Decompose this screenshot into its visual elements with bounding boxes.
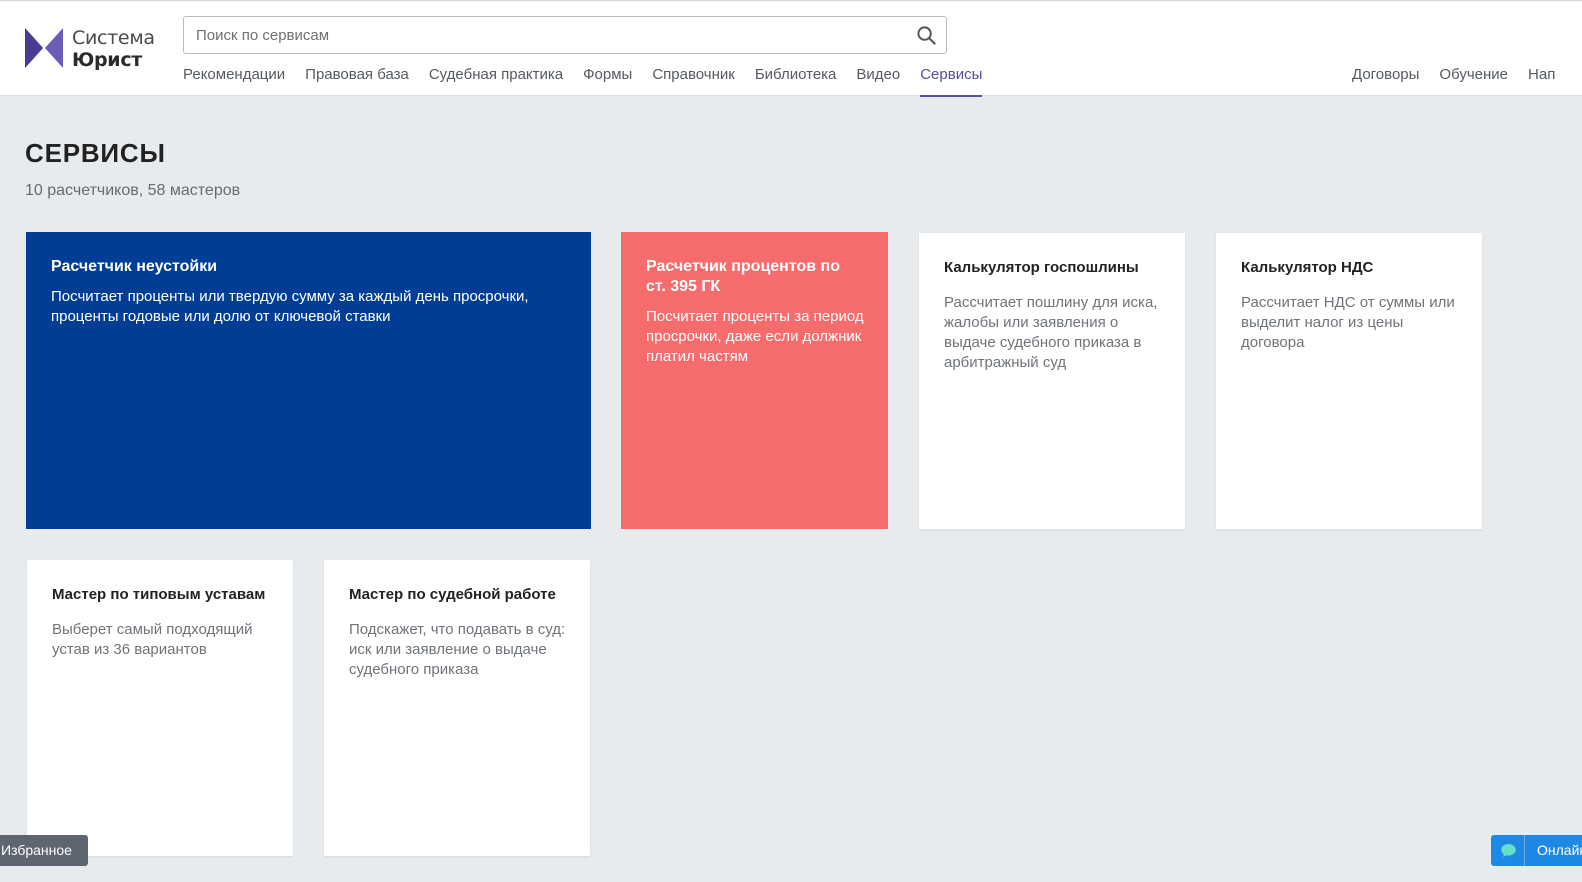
card-description: Посчитает проценты за период просрочки, … <box>646 308 864 365</box>
main-nav: Рекомендации Правовая база Судебная прак… <box>183 61 1002 97</box>
card-title: Калькулятор госпошлины <box>944 259 1139 276</box>
service-card-penalty-calculator[interactable]: Расчетчик неустойки Посчитает проценты и… <box>26 232 591 529</box>
secondary-nav: Договоры Обучение Нап <box>1352 61 1575 97</box>
nav-item-video[interactable]: Видео <box>856 61 900 97</box>
online-chat-button[interactable]: Онлайн <box>1491 835 1582 866</box>
card-title: Мастер по типовым уставам <box>52 586 266 603</box>
logo-text-line1: Система <box>72 27 155 49</box>
service-card-interest-395-calculator[interactable]: Расчетчик процентов по ст. 395 ГК Посчит… <box>621 232 888 529</box>
service-card-state-fee-calculator[interactable]: Калькулятор госпошлины Рассчитает пошлин… <box>919 233 1185 529</box>
chat-icon-box <box>1491 835 1525 866</box>
service-card-vat-calculator[interactable]: Калькулятор НДС Рассчитает НДС от суммы … <box>1216 233 1482 529</box>
nav-item-contracts[interactable]: Договоры <box>1352 61 1419 97</box>
search-input[interactable] <box>184 17 904 53</box>
page-title: СЕРВИСЫ <box>25 138 166 168</box>
nav-item-reference[interactable]: Справочник <box>652 61 735 97</box>
nav-item-training[interactable]: Обучение <box>1439 61 1508 97</box>
card-title: Мастер по судебной работе <box>349 586 556 603</box>
card-title: Расчетчик процентов по ст. 395 ГК <box>646 258 840 295</box>
card-description: Подскажет, что подавать в суд: иск или з… <box>349 621 566 678</box>
chat-icon <box>1501 844 1516 857</box>
nav-item-case-law[interactable]: Судебная практика <box>429 61 563 97</box>
top-header: Система Юрист Рекомендации Правовая база… <box>0 0 1582 97</box>
nav-item-more[interactable]: Нап <box>1528 61 1555 97</box>
nav-item-recommendations[interactable]: Рекомендации <box>183 61 285 97</box>
page-subtitle: 10 расчетчиков, 58 мастеров <box>25 182 241 199</box>
card-description: Посчитает проценты или твердую сумму за … <box>51 288 529 325</box>
card-title: Калькулятор НДС <box>1241 259 1374 276</box>
nav-item-forms[interactable]: Формы <box>583 61 632 97</box>
card-description: Выберет самый подходящий устав из 36 вар… <box>52 621 253 658</box>
logo-icon <box>25 28 63 68</box>
nav-item-services[interactable]: Сервисы <box>920 61 983 97</box>
nav-item-legal-base[interactable]: Правовая база <box>305 61 409 97</box>
nav-item-library[interactable]: Библиотека <box>755 61 837 97</box>
favorites-button[interactable]: Избранное <box>0 835 88 866</box>
service-card-charter-wizard[interactable]: Мастер по типовым уставам Выберет самый … <box>27 560 293 856</box>
search-box <box>183 16 947 54</box>
logo-text-line2: Юрист <box>72 49 142 71</box>
card-description: Рассчитает НДС от суммы или выделит нало… <box>1241 294 1455 351</box>
logo[interactable]: Система Юрист <box>25 27 165 72</box>
service-card-litigation-wizard[interactable]: Мастер по судебной работе Подскажет, что… <box>324 560 590 856</box>
card-title: Расчетчик неустойки <box>51 258 218 275</box>
card-description: Рассчитает пошлину для иска, жалобы или … <box>944 294 1158 371</box>
online-chat-label: Онлайн <box>1537 842 1582 858</box>
search-icon[interactable] <box>916 25 937 46</box>
